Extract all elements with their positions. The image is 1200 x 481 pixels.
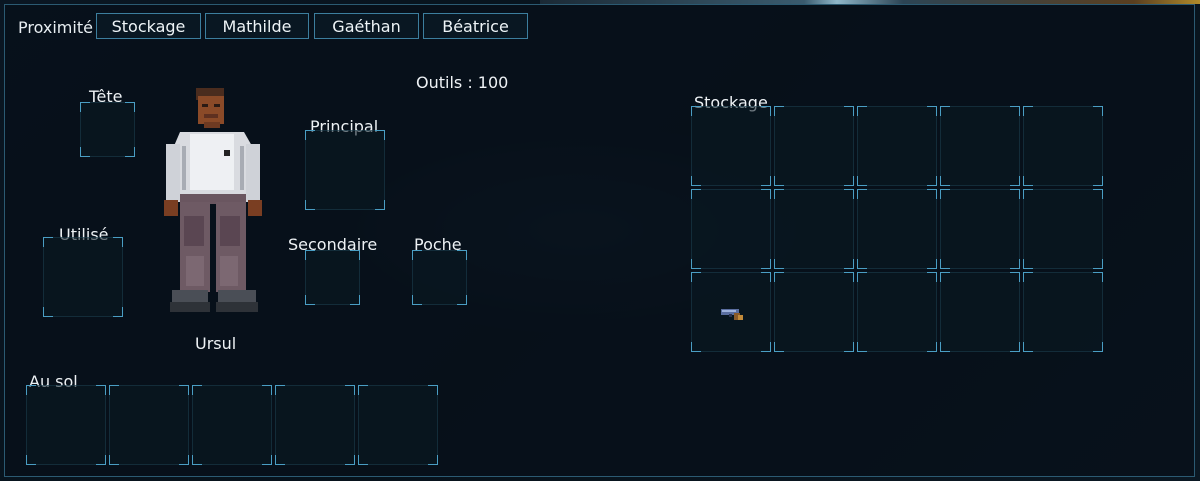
storage-slot[interactable] [774, 189, 854, 269]
storage-slot[interactable] [774, 106, 854, 186]
storage-slot[interactable] [857, 272, 937, 352]
pistol-icon [721, 309, 743, 320]
proximity-label: Proximité [18, 18, 93, 37]
storage-slot[interactable] [857, 189, 937, 269]
head-slot[interactable] [80, 102, 135, 157]
pocket-slot[interactable] [412, 250, 467, 305]
storage-slot[interactable] [691, 189, 771, 269]
storage-slot[interactable] [774, 272, 854, 352]
tools-counter: Outils : 100 [416, 73, 509, 92]
used-slot[interactable] [43, 237, 123, 317]
tab-gaethan[interactable]: Gaéthan [314, 13, 419, 39]
storage-slot[interactable] [940, 189, 1020, 269]
tab-stockage[interactable]: Stockage [96, 13, 201, 39]
ground-slot[interactable] [358, 385, 438, 465]
ground-slot[interactable] [109, 385, 189, 465]
storage-slot-pistol[interactable] [691, 272, 771, 352]
character-name: Ursul [195, 334, 237, 353]
ground-slot[interactable] [192, 385, 272, 465]
tab-beatrice[interactable]: Béatrice [423, 13, 528, 39]
storage-slot[interactable] [1023, 272, 1103, 352]
character-sprite [164, 88, 262, 312]
storage-slot[interactable] [1023, 189, 1103, 269]
storage-slot[interactable] [691, 106, 771, 186]
storage-slot[interactable] [1023, 106, 1103, 186]
storage-slot[interactable] [940, 106, 1020, 186]
primary-slot[interactable] [305, 130, 385, 210]
tab-mathilde[interactable]: Mathilde [205, 13, 309, 39]
secondary-slot[interactable] [305, 250, 360, 305]
ground-slot[interactable] [275, 385, 355, 465]
ground-slot[interactable] [26, 385, 106, 465]
storage-slot[interactable] [940, 272, 1020, 352]
storage-slot[interactable] [857, 106, 937, 186]
